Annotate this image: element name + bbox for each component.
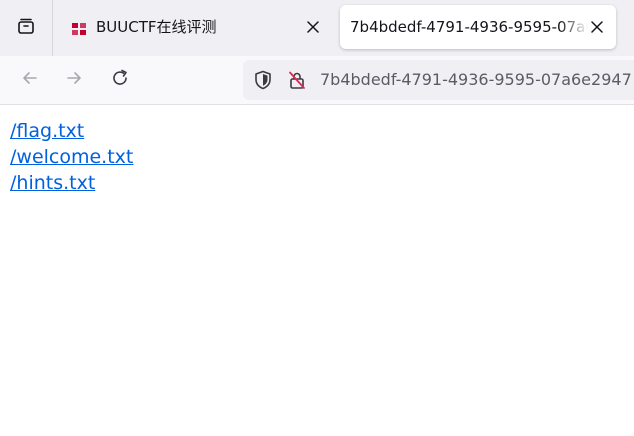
url-text[interactable]: 7b4bdedf-4791-4936-9595-07a6e2947 [320, 60, 632, 100]
link-hints-txt[interactable]: /hints.txt [10, 172, 95, 194]
back-button[interactable] [16, 66, 44, 94]
forward-button[interactable] [60, 66, 88, 94]
list-item: /hints.txt [10, 170, 133, 196]
link-welcome-txt[interactable]: /welcome.txt [10, 146, 133, 168]
list-item: /flag.txt [10, 118, 133, 144]
link-flag-txt[interactable]: /flag.txt [10, 120, 84, 142]
close-icon[interactable] [303, 17, 323, 37]
list-item: /welcome.txt [10, 144, 133, 170]
file-list: /flag.txt /welcome.txt /hints.txt [10, 118, 133, 196]
tab-buuctf[interactable]: BUUCTF在线评测 [57, 5, 331, 49]
page-content: /flag.txt /welcome.txt /hints.txt [0, 106, 634, 436]
navigation-toolbar: 7b4bdedf-4791-4936-9595-07a6e2947 [0, 56, 634, 105]
tab-title: 7b4bdedf-4791-4936-9595-07a6e294 [350, 18, 588, 36]
shield-icon[interactable] [253, 70, 273, 90]
buuctf-favicon-icon [71, 21, 87, 35]
arrow-right-icon [64, 68, 84, 92]
tab-list-button[interactable] [0, 0, 53, 56]
tab-strip: BUUCTF在线评测 7b4bdedf-4791-4936-9595-07a6e… [0, 0, 634, 56]
reload-button[interactable] [106, 66, 134, 94]
arrow-left-icon [20, 68, 40, 92]
tab-title: BUUCTF在线评测 [96, 18, 217, 36]
insecure-lock-icon[interactable] [287, 70, 307, 90]
close-icon[interactable] [587, 17, 607, 37]
tab-current[interactable]: 7b4bdedf-4791-4936-9595-07a6e294 [340, 5, 616, 49]
tab-list-icon [16, 16, 36, 40]
address-bar[interactable]: 7b4bdedf-4791-4936-9595-07a6e2947 [243, 60, 634, 100]
reload-icon [110, 68, 130, 92]
